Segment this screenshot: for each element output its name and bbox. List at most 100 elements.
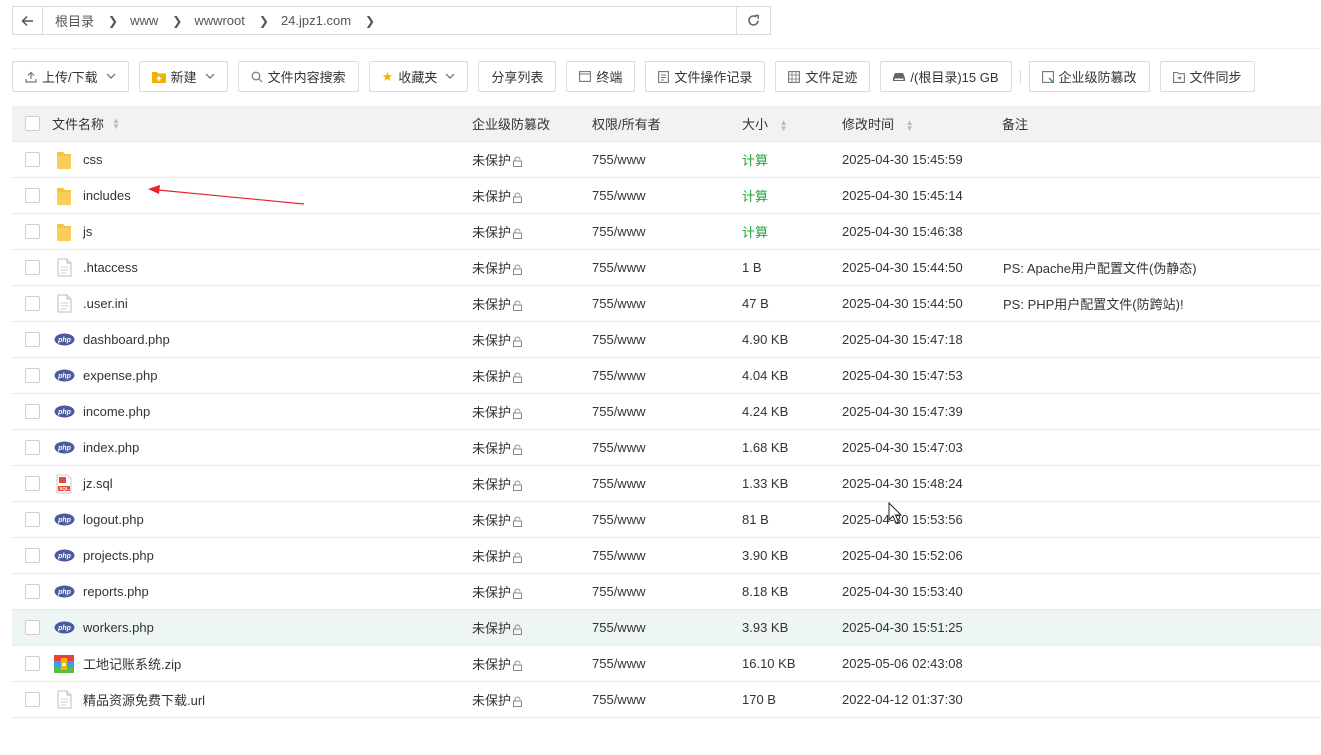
- lock-icon[interactable]: [512, 191, 523, 206]
- row-checkbox[interactable]: [24, 332, 40, 347]
- file-note[interactable]: PS: Apache用户配置文件(伪静态): [1003, 261, 1197, 276]
- protect-status[interactable]: 未保护: [472, 513, 511, 528]
- permission[interactable]: 755/www: [592, 224, 645, 239]
- row-checkbox[interactable]: [24, 296, 40, 311]
- crumb-www[interactable]: www: [130, 13, 158, 28]
- permission[interactable]: 755/www: [592, 188, 645, 203]
- file-name[interactable]: jz.sql: [83, 476, 113, 491]
- file-name[interactable]: .htaccess: [83, 260, 138, 275]
- protect-status[interactable]: 未保护: [472, 441, 511, 456]
- sort-icon[interactable]: ▲ ▼: [112, 116, 120, 130]
- file-name[interactable]: dashboard.php: [83, 332, 170, 347]
- permission[interactable]: 755/www: [592, 620, 645, 635]
- operation-log-button[interactable]: 文件操作记录: [645, 61, 766, 92]
- file-name[interactable]: projects.php: [83, 548, 154, 563]
- lock-icon[interactable]: [512, 587, 523, 602]
- lock-icon[interactable]: [512, 623, 523, 638]
- table-row[interactable]: 工地记账系统.zip 未保护 755/www 16.10 KB 2025-05-06 0…: [12, 646, 1321, 682]
- header-size[interactable]: 大小: [742, 117, 768, 132]
- file-size[interactable]: 计算: [742, 153, 768, 168]
- table-row[interactable]: .user.ini 未保护 755/www 47 B 2025-04-30 15:44:…: [12, 286, 1321, 322]
- lock-icon[interactable]: [512, 227, 523, 242]
- permission[interactable]: 755/www: [592, 476, 645, 491]
- file-name[interactable]: expense.php: [83, 368, 157, 383]
- file-size[interactable]: 计算: [742, 225, 768, 240]
- file-name[interactable]: reports.php: [83, 584, 149, 599]
- protect-status[interactable]: 未保护: [472, 333, 511, 348]
- content-search-button[interactable]: 文件内容搜索: [237, 61, 359, 92]
- table-row[interactable]: js 未保护 755/www 计算 2025-04-30 15:46:38: [12, 214, 1321, 250]
- row-checkbox[interactable]: [24, 620, 40, 635]
- table-row[interactable]: php projects.php 未保护 755/www 3.90 KB 2025-04-…: [12, 538, 1321, 574]
- row-checkbox[interactable]: [24, 404, 40, 419]
- lock-icon[interactable]: [512, 443, 523, 458]
- new-button[interactable]: 新建: [138, 61, 228, 92]
- protect-status[interactable]: 未保护: [472, 693, 511, 708]
- table-row[interactable]: .htaccess 未保护 755/www 1 B 2025-04-30 15:44:5…: [12, 250, 1321, 286]
- table-row[interactable]: includes 未保护 755/www 计算 2025-04-30 15:45:14: [12, 178, 1321, 214]
- terminal-button[interactable]: 终端: [566, 61, 636, 92]
- permission[interactable]: 755/www: [592, 440, 645, 455]
- permission[interactable]: 755/www: [592, 296, 645, 311]
- lock-icon[interactable]: [512, 479, 523, 494]
- permission[interactable]: 755/www: [592, 332, 645, 347]
- protect-status[interactable]: 未保护: [472, 261, 511, 276]
- disk-button[interactable]: /(根目录)15 GB: [880, 61, 1012, 92]
- permission[interactable]: 755/www: [592, 548, 645, 563]
- permission[interactable]: 755/www: [592, 584, 645, 599]
- permission[interactable]: 755/www: [592, 152, 645, 167]
- row-checkbox[interactable]: [24, 512, 40, 527]
- permission[interactable]: 755/www: [592, 368, 645, 383]
- table-row[interactable]: php logout.php 未保护 755/www 81 B 2025-04-30 15…: [12, 502, 1321, 538]
- lock-icon[interactable]: [512, 515, 523, 530]
- permission[interactable]: 755/www: [592, 512, 645, 527]
- back-button[interactable]: [13, 7, 43, 34]
- table-row[interactable]: php dashboard.php 未保护 755/www 4.90 KB 2025-04…: [12, 322, 1321, 358]
- protect-status[interactable]: 未保护: [472, 369, 511, 384]
- file-name[interactable]: index.php: [83, 440, 139, 455]
- protect-status[interactable]: 未保护: [472, 657, 511, 672]
- lock-icon[interactable]: [512, 371, 523, 386]
- table-row[interactable]: php reports.php 未保护 755/www 8.18 KB 2025-04-3…: [12, 574, 1321, 610]
- row-checkbox[interactable]: [24, 188, 40, 203]
- permission[interactable]: 755/www: [592, 692, 645, 707]
- protect-status[interactable]: 未保护: [472, 225, 511, 240]
- upload-download-button[interactable]: 上传/下载: [12, 61, 129, 92]
- tamper-proof-button[interactable]: 企业级防篡改: [1028, 61, 1150, 92]
- header-name[interactable]: 文件名称: [52, 114, 104, 133]
- protect-status[interactable]: 未保护: [472, 585, 511, 600]
- crumb-site[interactable]: 24.jpz1.com: [281, 13, 351, 28]
- sort-icon[interactable]: ▲ ▼: [906, 118, 914, 132]
- protect-status[interactable]: 未保护: [472, 189, 511, 204]
- table-row[interactable]: php workers.php 未保护 755/www 3.93 KB 2025-04-3…: [12, 610, 1321, 646]
- row-checkbox[interactable]: [24, 584, 40, 599]
- sort-icon[interactable]: ▲ ▼: [780, 118, 788, 132]
- file-name[interactable]: workers.php: [83, 620, 154, 635]
- protect-status[interactable]: 未保护: [472, 477, 511, 492]
- favorites-button[interactable]: ★ 收藏夹: [368, 61, 469, 92]
- lock-icon[interactable]: [512, 551, 523, 566]
- file-size[interactable]: 计算: [742, 189, 768, 204]
- lock-icon[interactable]: [512, 155, 523, 170]
- lock-icon[interactable]: [512, 335, 523, 350]
- file-name[interactable]: 精品资源免费下载.url: [83, 690, 205, 709]
- row-checkbox[interactable]: [24, 656, 40, 671]
- footprint-button[interactable]: 文件足迹: [775, 61, 871, 92]
- table-row[interactable]: php expense.php 未保护 755/www 4.04 KB 2025-04-3…: [12, 358, 1321, 394]
- protect-status[interactable]: 未保护: [472, 549, 511, 564]
- file-name[interactable]: js: [83, 224, 92, 239]
- lock-icon[interactable]: [512, 299, 523, 314]
- table-row[interactable]: php income.php 未保护 755/www 4.24 KB 2025-04-30…: [12, 394, 1321, 430]
- row-checkbox[interactable]: [24, 692, 40, 707]
- row-checkbox[interactable]: [24, 440, 40, 455]
- lock-icon[interactable]: [512, 659, 523, 674]
- crumb-root[interactable]: 根目录: [55, 11, 94, 30]
- file-name[interactable]: css: [83, 152, 103, 167]
- file-name[interactable]: 工地记账系统.zip: [83, 654, 181, 673]
- table-row[interactable]: SQL jz.sql 未保护 755/www 1.33 KB 2025-04-30 15:…: [12, 466, 1321, 502]
- row-checkbox[interactable]: [24, 548, 40, 563]
- protect-status[interactable]: 未保护: [472, 405, 511, 420]
- crumb-wwwroot[interactable]: wwwroot: [194, 13, 245, 28]
- row-checkbox[interactable]: [24, 224, 40, 239]
- file-note[interactable]: PS: PHP用户配置文件(防跨站)!: [1003, 297, 1184, 312]
